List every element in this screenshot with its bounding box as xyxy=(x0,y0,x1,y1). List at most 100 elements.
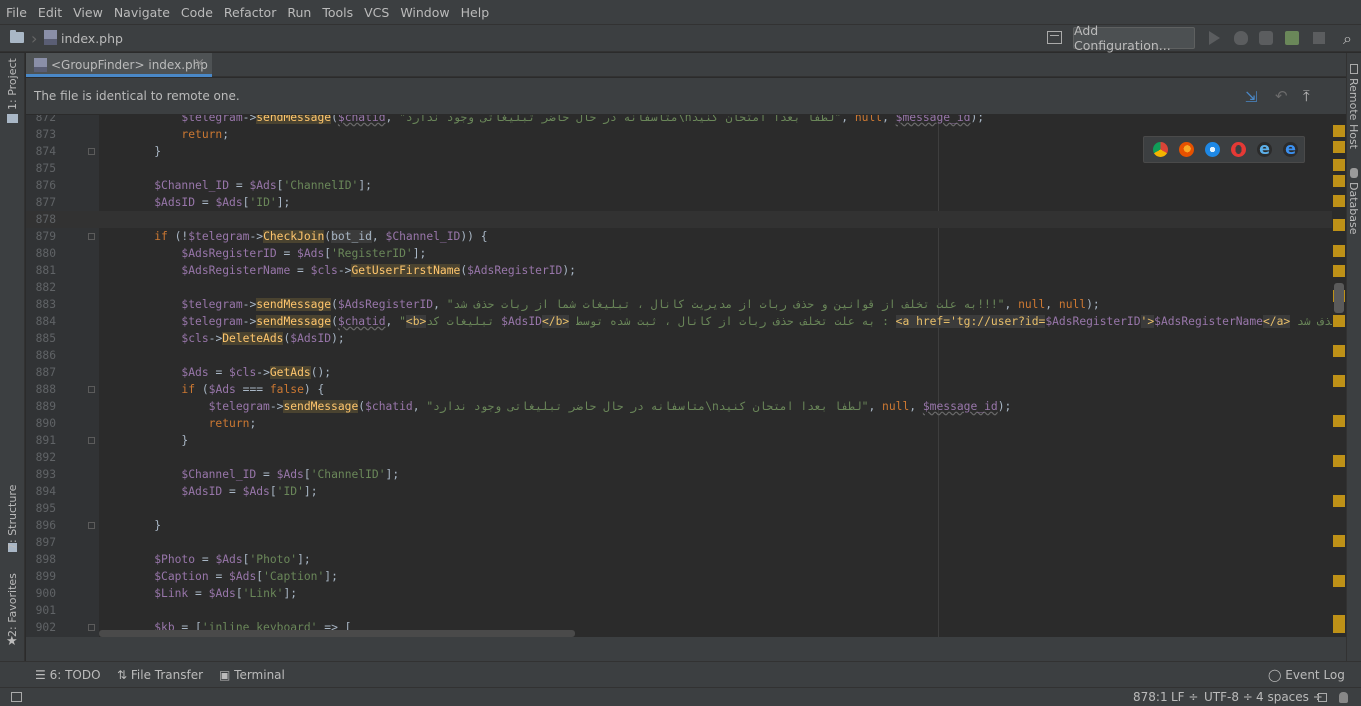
code-line[interactable]: 893 $Channel_ID = $Ads['ChannelID']; xyxy=(26,466,1332,483)
file-transfer-tool-button[interactable]: ⇅ File Transfer xyxy=(117,668,203,682)
code-line[interactable]: 873 return; xyxy=(26,126,1332,143)
code-line[interactable]: 884 $telegram->sendMessage($chatid, "<b>… xyxy=(26,313,1332,330)
add-configuration-button[interactable]: Add Configuration... xyxy=(1073,23,1195,53)
remote-host-tool-button[interactable]: Remote Host xyxy=(1347,78,1360,149)
project-icon[interactable] xyxy=(7,114,18,123)
menu-vcs[interactable]: VCS xyxy=(364,5,389,20)
firefox-icon[interactable] xyxy=(1179,142,1194,157)
encoding-selector[interactable]: UTF-8 ÷ xyxy=(1204,690,1253,704)
warning-stripe-mark[interactable] xyxy=(1333,125,1345,137)
menu-tools[interactable]: Tools xyxy=(322,5,353,20)
menu-help[interactable]: Help xyxy=(461,5,490,20)
search-icon[interactable]: ⌕ xyxy=(1343,29,1352,49)
menu-refactor[interactable]: Refactor xyxy=(224,5,276,20)
warning-stripe-mark[interactable] xyxy=(1333,575,1345,587)
code-line[interactable]: 878 xyxy=(26,211,1332,228)
code-line[interactable]: 886 xyxy=(26,347,1332,364)
warning-stripe-mark[interactable] xyxy=(1333,175,1345,187)
fold-marker-icon[interactable] xyxy=(88,522,95,529)
lock-icon[interactable] xyxy=(1318,693,1327,702)
warning-stripe-mark[interactable] xyxy=(1333,315,1345,327)
menu-window[interactable]: Window xyxy=(400,5,449,20)
indent-selector[interactable]: 4 spaces ÷ xyxy=(1256,690,1323,704)
code-line[interactable]: 891 } xyxy=(26,432,1332,449)
warning-stripe-mark[interactable] xyxy=(1333,245,1345,257)
code-line[interactable]: 897 xyxy=(26,534,1332,551)
code-line[interactable]: 885 $cls->DeleteAds($AdsID); xyxy=(26,330,1332,347)
chrome-icon[interactable] xyxy=(1153,142,1168,157)
menu-view[interactable]: View xyxy=(73,5,103,20)
coverage-icon[interactable] xyxy=(1259,31,1273,45)
code-line[interactable]: 899 $Caption = $Ads['Caption']; xyxy=(26,568,1332,585)
database-tool-button[interactable]: Database xyxy=(1347,182,1360,235)
warning-stripe-mark[interactable] xyxy=(1333,615,1345,633)
event-log-tool-button[interactable]: ◯ Event Log xyxy=(1268,668,1345,682)
favorites-tool-button[interactable]: 2: Favorites xyxy=(6,573,19,637)
code-line[interactable]: 888 if ($Ads === false) { xyxy=(26,381,1332,398)
code-line[interactable]: 887 $Ads = $cls->GetAds(); xyxy=(26,364,1332,381)
code-line[interactable]: 880 $AdsRegisterID = $Ads['RegisterID']; xyxy=(26,245,1332,262)
close-icon[interactable]: × xyxy=(194,56,205,71)
compare-icon[interactable]: ⇲ xyxy=(1245,88,1258,106)
menu-navigate[interactable]: Navigate xyxy=(114,5,170,20)
code-line[interactable]: 892 xyxy=(26,449,1332,466)
warning-stripe-mark[interactable] xyxy=(1333,265,1345,277)
terminal-tool-button[interactable]: ▣ Terminal xyxy=(219,668,285,682)
fold-marker-icon[interactable] xyxy=(88,148,95,155)
warning-stripe-mark[interactable] xyxy=(1333,455,1345,467)
project-tool-button[interactable]: 1: Project xyxy=(6,58,19,110)
remote-host-icon[interactable] xyxy=(1350,64,1358,74)
code-line[interactable]: 894 $AdsID = $Ads['ID']; xyxy=(26,483,1332,500)
code-line[interactable]: 900 $Link = $Ads['Link']; xyxy=(26,585,1332,602)
fold-marker-icon[interactable] xyxy=(88,386,95,393)
fold-marker-icon[interactable] xyxy=(88,624,95,631)
menu-edit[interactable]: Edit xyxy=(38,5,62,20)
menu-run[interactable]: Run xyxy=(287,5,311,20)
stop-icon[interactable] xyxy=(1313,32,1325,44)
code-line[interactable]: 890 return; xyxy=(26,415,1332,432)
warning-stripe-mark[interactable] xyxy=(1333,495,1345,507)
code-line[interactable]: 896 } xyxy=(26,517,1332,534)
warning-stripe-mark[interactable] xyxy=(1333,219,1345,231)
warning-stripe-mark[interactable] xyxy=(1333,141,1345,153)
upload-icon[interactable]: ⤒ xyxy=(1303,87,1310,105)
debug-icon[interactable] xyxy=(1234,31,1248,45)
horizontal-scrollbar[interactable] xyxy=(99,630,575,637)
code-line[interactable]: 895 xyxy=(26,500,1332,517)
code-editor[interactable]: 872 $telegram->sendMessage($chatid, "متا… xyxy=(26,115,1332,637)
revert-icon[interactable]: ↶ xyxy=(1275,87,1288,105)
safari-icon[interactable] xyxy=(1205,142,1220,157)
structure-tool-button[interactable]: 7: Structure xyxy=(6,485,19,550)
code-line[interactable]: 898 $Photo = $Ads['Photo']; xyxy=(26,551,1332,568)
internet-explorer-icon[interactable]: e xyxy=(1257,141,1272,157)
vertical-scrollbar[interactable] xyxy=(1334,283,1344,313)
caret-position[interactable]: 878:1 xyxy=(1133,690,1168,704)
code-line[interactable]: 874 } xyxy=(26,143,1332,160)
warning-stripe-mark[interactable] xyxy=(1333,159,1345,171)
folder-icon[interactable] xyxy=(10,30,24,43)
warning-stripe-mark[interactable] xyxy=(1333,415,1345,427)
toggle-panels-icon[interactable] xyxy=(11,692,22,702)
code-line[interactable]: 889 $telegram->sendMessage($chatid, "متا… xyxy=(26,398,1332,415)
warning-stripe-mark[interactable] xyxy=(1333,375,1345,387)
code-line[interactable]: 881 $AdsRegisterName = $cls->GetUserFirs… xyxy=(26,262,1332,279)
warning-stripe-mark[interactable] xyxy=(1333,345,1345,357)
database-icon[interactable] xyxy=(1350,168,1358,178)
hector-icon[interactable] xyxy=(1339,692,1348,703)
error-stripe[interactable] xyxy=(1332,115,1346,637)
line-separator-selector[interactable]: LF ÷ xyxy=(1171,690,1198,704)
code-line[interactable]: 882 xyxy=(26,279,1332,296)
menu-code[interactable]: Code xyxy=(181,5,213,20)
code-line[interactable]: 877 $AdsID = $Ads['ID']; xyxy=(26,194,1332,211)
warning-stripe-mark[interactable] xyxy=(1333,535,1345,547)
code-line[interactable]: 875 xyxy=(26,160,1332,177)
code-line[interactable]: 901 xyxy=(26,602,1332,619)
code-line[interactable]: 876 $Channel_ID = $Ads['ChannelID']; xyxy=(26,177,1332,194)
menu-file[interactable]: File xyxy=(6,5,27,20)
code-line[interactable]: 879 if (!$telegram->CheckJoin(bot_id, $C… xyxy=(26,228,1332,245)
opera-icon[interactable] xyxy=(1231,142,1246,157)
profile-icon[interactable] xyxy=(1285,31,1299,45)
star-icon[interactable]: ★ xyxy=(6,634,18,649)
code-line[interactable]: 872 $telegram->sendMessage($chatid, "متا… xyxy=(26,115,1332,126)
code-line[interactable]: 883 $telegram->sendMessage($AdsRegisterI… xyxy=(26,296,1332,313)
